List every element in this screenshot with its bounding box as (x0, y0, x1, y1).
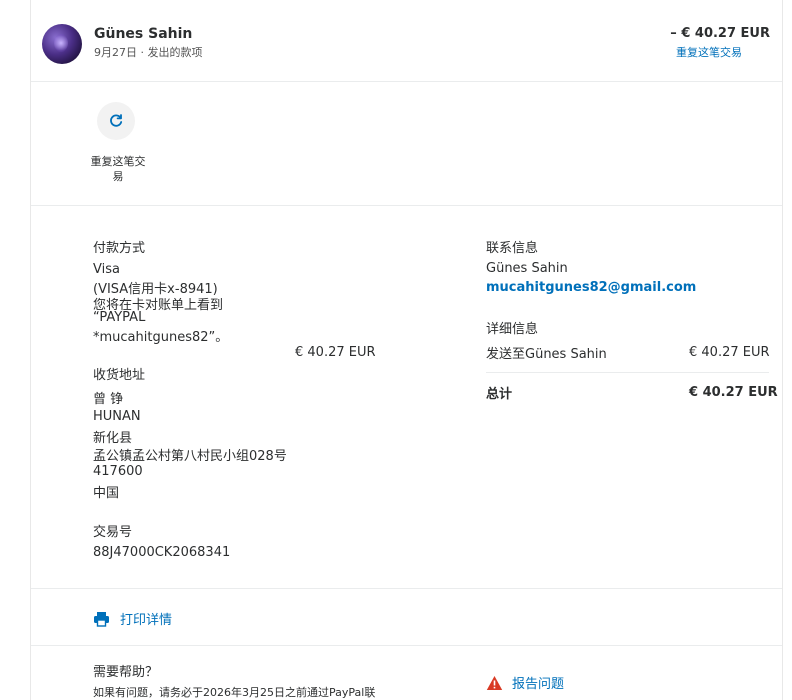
total-label: 总计 (486, 387, 513, 402)
transaction-detail-card: Günes Sahin 9月27日 · 发出的款项 – € 40.27 EUR … (30, 0, 783, 700)
ship-to-amount: € 40.27 EUR (689, 345, 770, 360)
help-text: 如果有问题，请务必于2026年3月25日之前通过PayPal联 (93, 686, 376, 699)
printer-icon (94, 611, 109, 627)
print-details-label: 打印详情 (120, 613, 173, 628)
transaction-id: 88J47000CK2068341 (93, 545, 231, 560)
address-line: HUNAN (93, 409, 141, 424)
divider (31, 205, 782, 206)
transaction-subline: 9月27日 · 发出的款项 (94, 46, 203, 59)
report-problem-button[interactable]: 报告问题 (486, 673, 564, 692)
details-title: 详细信息 (486, 322, 539, 337)
transaction-id-title: 交易号 (93, 525, 133, 540)
divider (31, 588, 782, 589)
payment-method-line: Visa (93, 262, 120, 277)
payment-method-line: “PAYPAL (93, 310, 146, 325)
total-amount: € 40.27 EUR (689, 385, 778, 400)
address-line: 孟公镇孟公村第八村民小组028号 (93, 449, 287, 464)
transaction-amount: – € 40.27 EUR (670, 26, 770, 41)
payment-method-line: *mucahitgunes82”。 (93, 330, 229, 345)
contact-email[interactable]: mucahitgunes82@gmail.com (486, 280, 696, 295)
avatar (42, 24, 82, 64)
address-line: 417600 (93, 464, 143, 479)
report-problem-label: 报告问题 (512, 677, 565, 692)
ship-to-label: 发送至Günes Sahin (486, 347, 607, 362)
payment-method-title: 付款方式 (93, 241, 146, 256)
help-title: 需要帮助？ (93, 665, 159, 680)
payment-amount: € 40.27 EUR (295, 345, 376, 360)
address-line: 新化县 (93, 431, 133, 446)
shipping-address-title: 收货地址 (93, 368, 146, 383)
divider (486, 372, 769, 373)
divider (31, 645, 782, 646)
counterparty-name: Günes Sahin (94, 26, 193, 42)
contact-info-title: 联系信息 (486, 241, 539, 256)
print-details-button[interactable]: 打印详情 (93, 609, 172, 628)
repeat-transaction-button[interactable] (97, 102, 135, 140)
contact-name: Günes Sahin (486, 261, 568, 276)
refresh-icon (110, 114, 123, 127)
address-line: 曾 铮 (93, 392, 124, 407)
warning-icon (486, 675, 503, 690)
repeat-transaction-link[interactable]: 重复这笔交易 (676, 44, 742, 60)
repeat-transaction-label: 重复这笔交易 (90, 155, 146, 183)
address-line: 中国 (93, 486, 120, 501)
divider (31, 81, 782, 82)
